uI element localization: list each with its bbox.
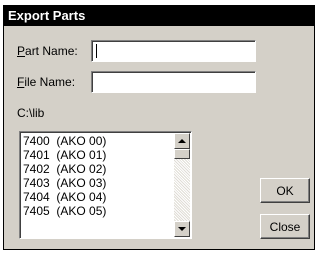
arrow-down-icon bbox=[178, 227, 186, 231]
list-item[interactable]: 7405 (AKO 05) bbox=[23, 204, 173, 218]
directory-path: C:\lib bbox=[17, 106, 45, 120]
file-name-label: File Name: bbox=[17, 75, 75, 89]
scroll-thumb[interactable] bbox=[174, 149, 190, 159]
parts-list: 7400 (AKO 00) 7401 (AKO 01) 7402 (AKO 02) 7… bbox=[23, 134, 173, 218]
text-caret bbox=[96, 44, 97, 58]
list-item[interactable]: 7401 (AKO 01) bbox=[23, 148, 173, 162]
arrow-up-icon bbox=[178, 139, 186, 143]
list-item[interactable]: 7404 (AKO 04) bbox=[23, 190, 173, 204]
part-name-label-text: art Name: bbox=[25, 44, 78, 58]
scroll-up-button[interactable] bbox=[174, 133, 190, 149]
scroll-down-button[interactable] bbox=[174, 221, 190, 237]
ok-button[interactable]: OK bbox=[260, 178, 310, 203]
file-name-input[interactable] bbox=[91, 71, 256, 93]
close-button[interactable]: Close bbox=[260, 214, 310, 239]
export-parts-dialog: Export Parts Part Name: File Name: C:\li… bbox=[3, 5, 315, 250]
file-name-label-text: ile Name: bbox=[24, 75, 76, 89]
part-name-accelerator: P bbox=[17, 44, 26, 58]
list-item[interactable]: 7403 (AKO 03) bbox=[23, 176, 173, 190]
dialog-title: Export Parts bbox=[4, 6, 314, 26]
list-item[interactable]: 7402 (AKO 02) bbox=[23, 162, 173, 176]
part-name-input[interactable] bbox=[91, 40, 256, 62]
parts-listbox[interactable]: 7400 (AKO 00) 7401 (AKO 01) 7402 (AKO 02) 7… bbox=[19, 131, 192, 239]
vertical-scrollbar[interactable] bbox=[174, 133, 190, 237]
list-item[interactable]: 7400 (AKO 00) bbox=[23, 134, 173, 148]
part-name-label: Part Name: bbox=[17, 44, 78, 58]
